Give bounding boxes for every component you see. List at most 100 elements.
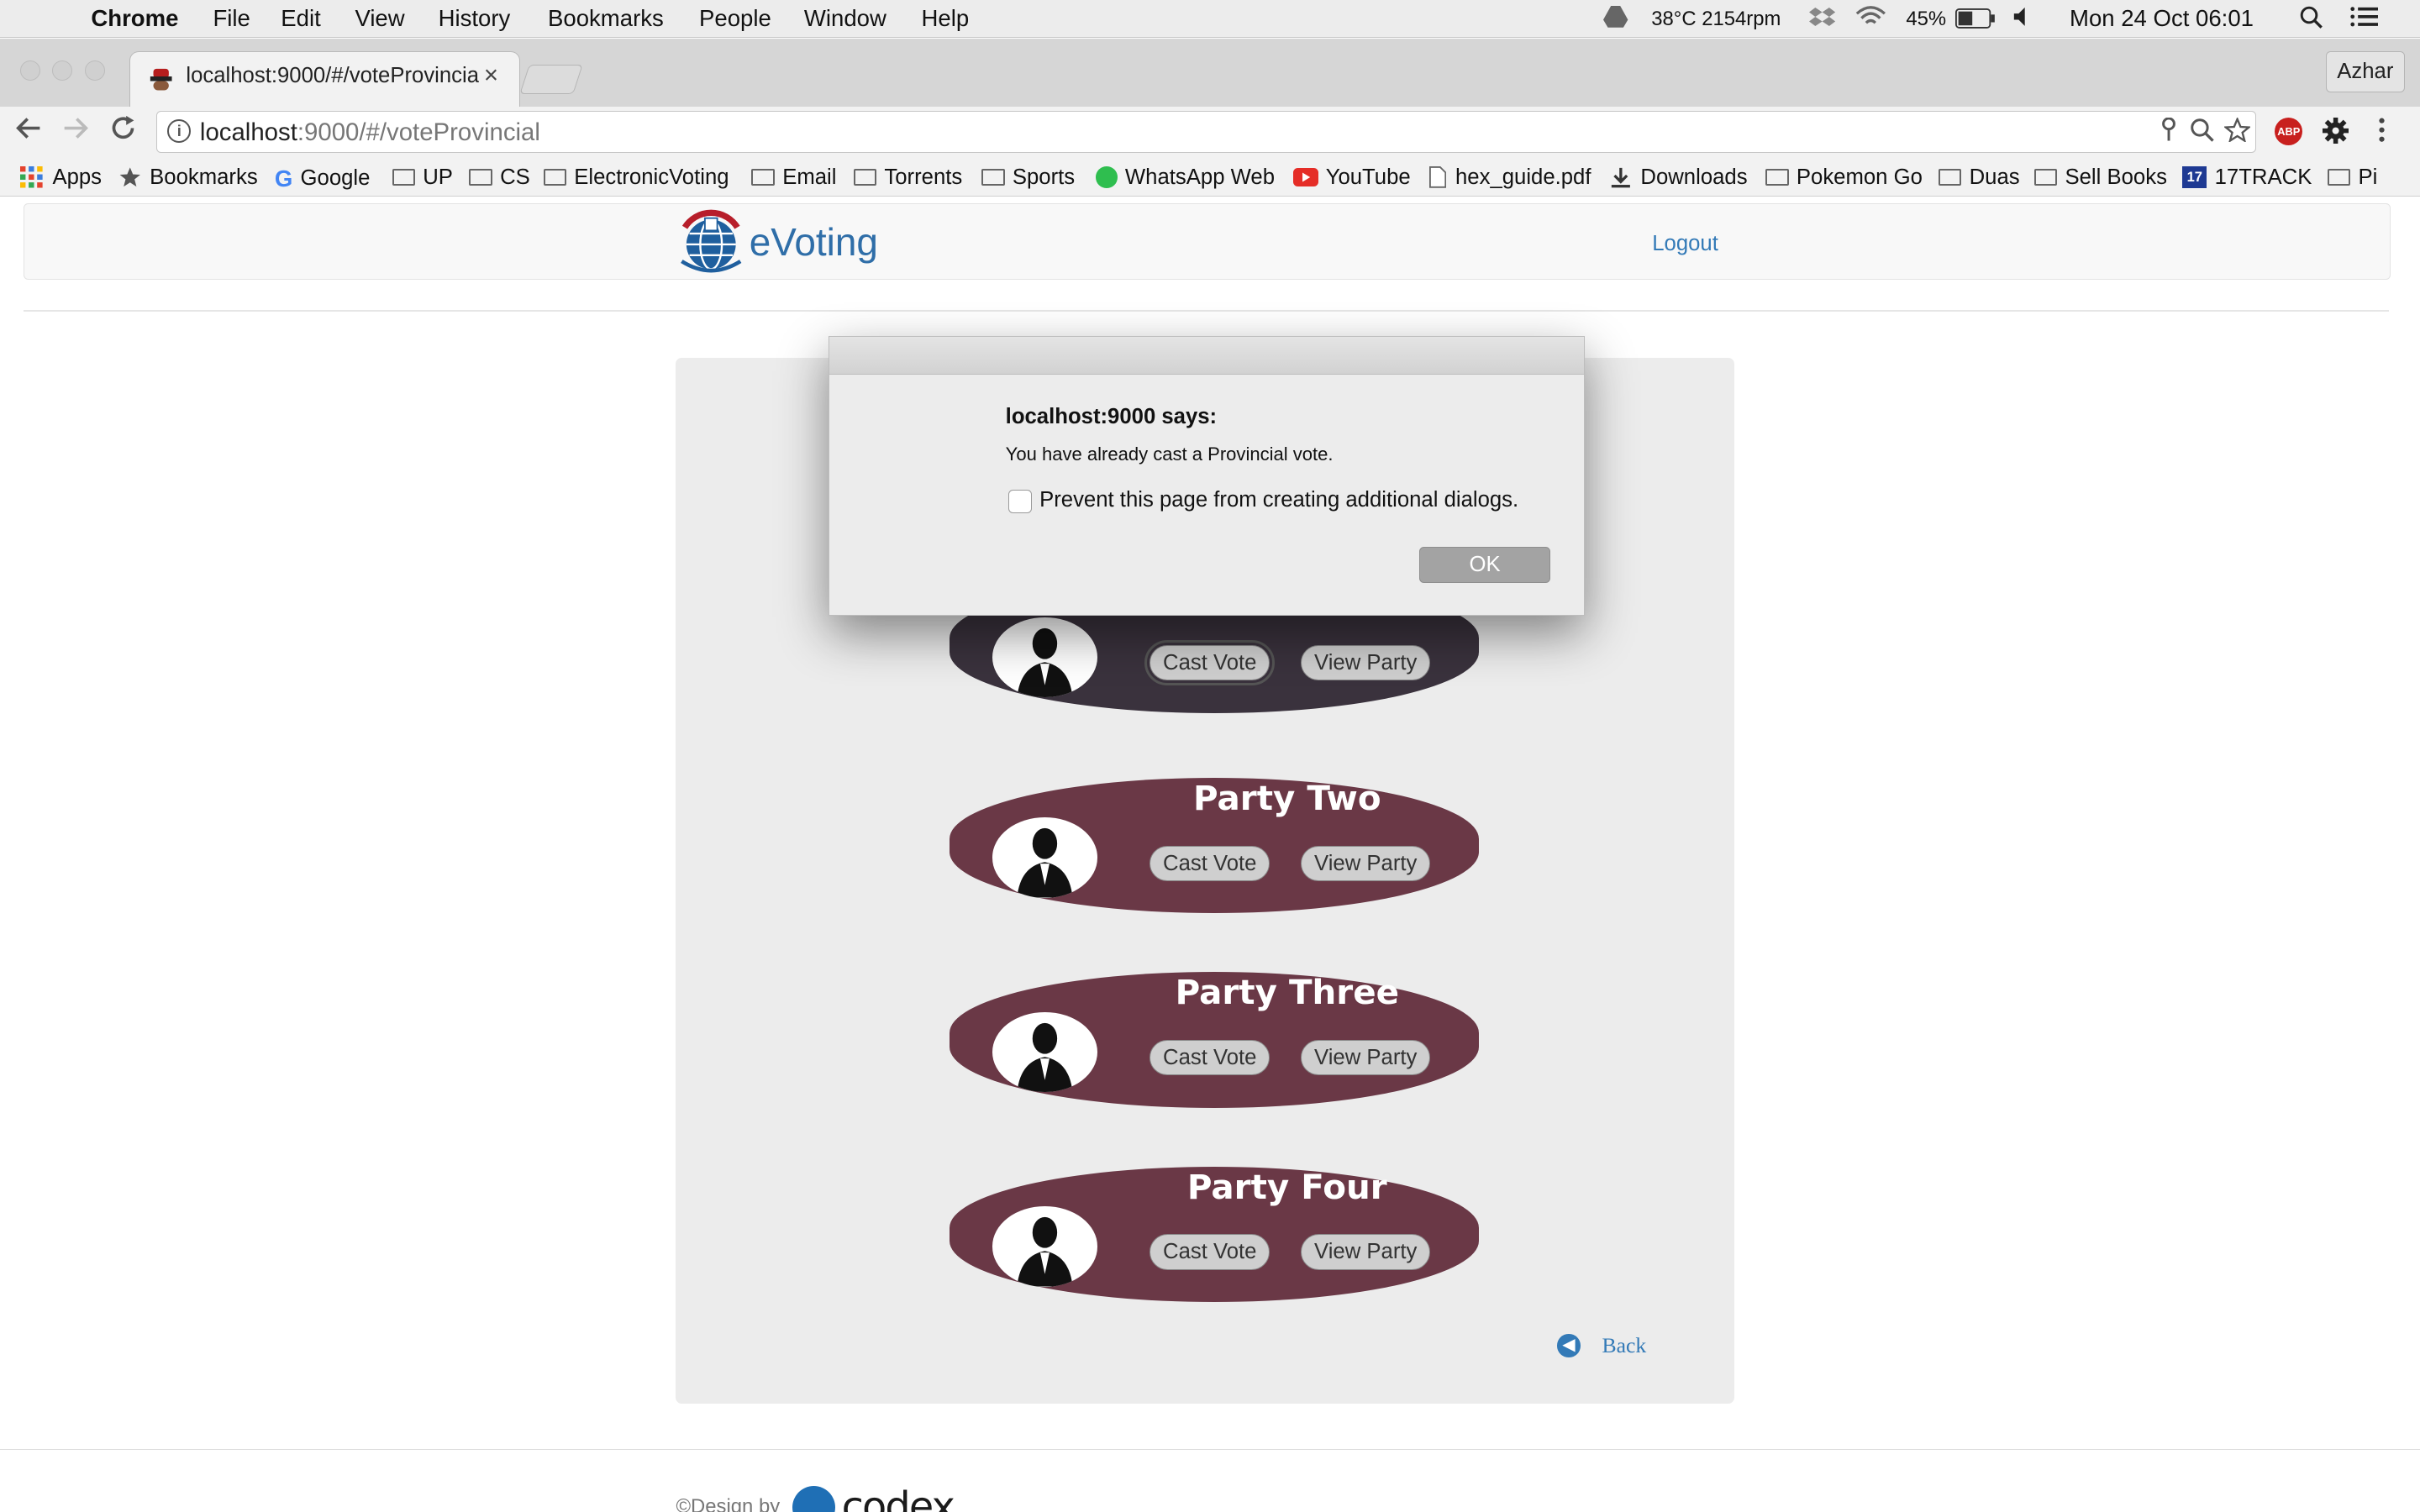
brand-name: eVoting: [749, 219, 878, 264]
bookmark-google[interactable]: G Google: [275, 165, 371, 192]
extension-gear-icon[interactable]: [2323, 117, 2349, 150]
profile-button[interactable]: Azhar: [2325, 50, 2405, 93]
folder-icon: [2033, 168, 2058, 186]
back-arrow-icon[interactable]: [15, 114, 43, 150]
cast-vote-button[interactable]: Cast Vote: [1144, 639, 1276, 686]
menu-file[interactable]: File: [213, 5, 250, 32]
back-link[interactable]: ◀ Back: [1557, 1333, 1646, 1358]
address-bar-url[interactable]: localhost:9000/#/voteProvincial: [200, 118, 540, 147]
menu-edit[interactable]: Edit: [281, 5, 320, 32]
party-card-four: Party Four Cast Vote View Party: [949, 1166, 1479, 1303]
tab-close-icon[interactable]: ×: [484, 61, 498, 90]
dropbox-icon[interactable]: [1808, 8, 1835, 35]
menubar-clock[interactable]: Mon 24 Oct 06:01: [2070, 5, 2254, 32]
temperature-status[interactable]: 38°C 2154rpm: [1651, 8, 1781, 31]
site-brand[interactable]: eVoting: [676, 204, 878, 278]
menu-bookmarks[interactable]: Bookmarks: [548, 5, 664, 32]
bookmarks-bar: Apps Bookmarks G Google UP CS ElectronicV…: [0, 159, 2420, 197]
battery-icon[interactable]: [1955, 8, 1996, 34]
tab-favicon-icon: [149, 67, 173, 92]
bookmark-folder-electronicvoting[interactable]: ElectronicVoting: [543, 165, 729, 190]
view-party-button[interactable]: View Party: [1301, 644, 1431, 681]
dialog-titlebar: [829, 337, 1585, 375]
google-drive-icon[interactable]: [1603, 6, 1628, 34]
prevent-dialogs-label[interactable]: Prevent this page from creating addition…: [1039, 488, 1518, 512]
battery-percentage: 45%: [1906, 8, 1947, 31]
folder-icon: [1938, 168, 1962, 186]
bookmark-bookmarks[interactable]: Bookmarks: [118, 165, 258, 190]
cast-vote-button[interactable]: Cast Vote: [1150, 1039, 1270, 1076]
key-icon[interactable]: [2160, 117, 2178, 148]
view-party-button[interactable]: View Party: [1301, 1234, 1431, 1270]
whatsapp-icon: [1096, 166, 1118, 188]
browser-tab-active[interactable]: localhost:9000/#/voteProvincial ×: [129, 50, 521, 108]
menu-app-name[interactable]: Chrome: [91, 5, 178, 32]
folder-icon: [2327, 168, 2351, 186]
party-name: Party Three: [1175, 972, 1399, 1013]
bookmark-folder-sell-books[interactable]: Sell Books: [2033, 165, 2167, 190]
tab-title: localhost:9000/#/voteProvincial: [186, 64, 480, 88]
apps-grid-icon: [19, 166, 43, 188]
view-party-button[interactable]: View Party: [1301, 845, 1431, 881]
dialog-message: You have already cast a Provincial vote.: [1005, 444, 1334, 465]
folder-icon: [853, 168, 877, 186]
new-tab-button[interactable]: [519, 65, 584, 95]
party-name: Party Four: [1186, 1166, 1387, 1207]
menu-window[interactable]: Window: [804, 5, 886, 32]
menu-people[interactable]: People: [699, 5, 771, 32]
window-minimize-button[interactable]: [52, 60, 73, 81]
candidate-avatar: [992, 1011, 1097, 1093]
google-icon: G: [274, 165, 293, 192]
party-card-three: Party Three Cast Vote View Party: [949, 972, 1479, 1108]
menu-view[interactable]: View: [355, 5, 404, 32]
bookmark-folder-email[interactable]: Email: [751, 165, 836, 190]
address-bar[interactable]: i localhost:9000/#/voteProvincial: [155, 111, 2257, 153]
window-zoom-button[interactable]: [85, 60, 106, 81]
back-label: Back: [1602, 1332, 1647, 1357]
star-icon: [120, 167, 141, 187]
bookmark-whatsapp-web[interactable]: WhatsApp Web: [1096, 165, 1275, 190]
logout-link[interactable]: Logout: [1652, 232, 1718, 256]
folder-icon: [469, 168, 492, 186]
bookmark-folder-duas[interactable]: Duas: [1938, 165, 2020, 190]
chrome-menu-icon[interactable]: [2377, 118, 2386, 148]
bookmark-apps[interactable]: Apps: [19, 165, 102, 190]
wifi-icon[interactable]: [1855, 6, 1886, 34]
prevent-dialogs-checkbox[interactable]: [1008, 490, 1033, 513]
bookmark-folder-pokemon-go[interactable]: Pokemon Go: [1765, 165, 1923, 190]
cast-vote-button[interactable]: Cast Vote: [1150, 1234, 1270, 1270]
cast-vote-button[interactable]: Cast Vote: [1150, 845, 1270, 881]
youtube-icon: [1293, 168, 1318, 187]
back-circle-arrow-icon: ◀: [1557, 1334, 1581, 1357]
bookmark-folder-pi[interactable]: Pi: [2327, 165, 2377, 190]
menu-help[interactable]: Help: [922, 5, 970, 32]
adblock-plus-icon[interactable]: ABP: [2275, 117, 2303, 145]
bookmark-youtube[interactable]: YouTube: [1293, 165, 1411, 190]
bookmark-17track[interactable]: 17 17TRACK: [2182, 165, 2312, 190]
volume-icon[interactable]: [2012, 6, 2034, 34]
bookmark-hex-guide-pdf[interactable]: hex_guide.pdf: [1428, 165, 1591, 190]
codex-logo-icon: [792, 1485, 836, 1512]
bookmark-folder-cs[interactable]: CS: [469, 165, 530, 190]
notification-center-icon[interactable]: [2350, 6, 2379, 34]
forward-arrow-icon[interactable]: [61, 114, 89, 150]
site-info-icon[interactable]: i: [167, 119, 192, 144]
document-icon: [1428, 166, 1446, 188]
download-icon: [1611, 167, 1630, 188]
bookmark-star-icon[interactable]: [2223, 116, 2252, 148]
window-close-button[interactable]: [19, 60, 40, 81]
reload-icon[interactable]: [109, 114, 137, 150]
spotlight-search-icon[interactable]: [2300, 6, 2323, 35]
menu-history[interactable]: History: [439, 5, 511, 32]
alert-dialog: localhost:9000 says: You have already ca…: [829, 336, 1586, 616]
view-party-button[interactable]: View Party: [1301, 1039, 1431, 1076]
divider: [23, 310, 2390, 312]
bookmark-folder-torrents[interactable]: Torrents: [853, 165, 962, 190]
bookmark-folder-sports[interactable]: Sports: [981, 165, 1075, 190]
dialog-ok-button[interactable]: OK: [1418, 547, 1551, 583]
bookmark-downloads[interactable]: Downloads: [1610, 165, 1748, 190]
bookmark-folder-up[interactable]: UP: [392, 165, 453, 190]
zoom-icon[interactable]: [2190, 118, 2214, 148]
folder-icon: [751, 168, 776, 186]
party-name: Party Two: [1193, 777, 1381, 818]
